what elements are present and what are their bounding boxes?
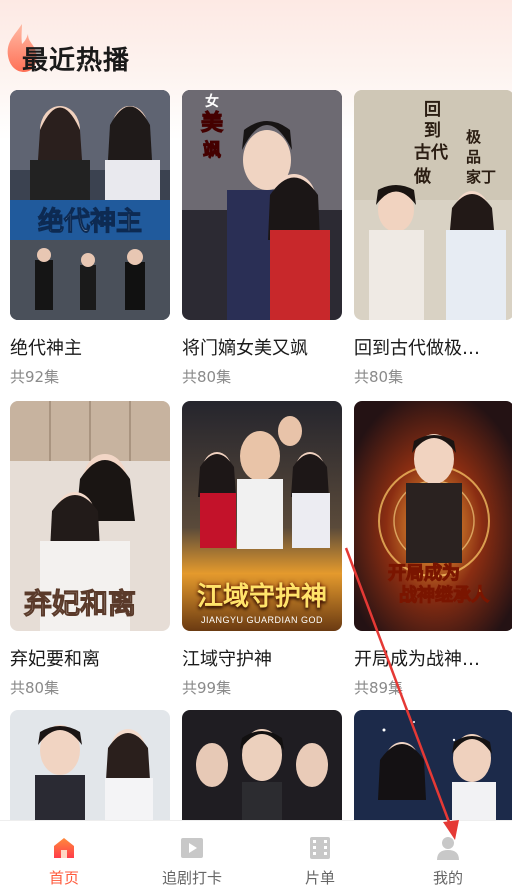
- drama-poster[interactable]: 开局成为 战神继承人: [354, 401, 512, 631]
- svg-text:飒: 飒: [203, 139, 221, 161]
- episode-count: 共80集: [182, 368, 232, 386]
- drama-poster[interactable]: 美 飒 女: [182, 90, 342, 320]
- drama-poster[interactable]: 绝代神主: [10, 90, 170, 320]
- tab-profile[interactable]: 我的: [384, 821, 512, 888]
- drama-poster[interactable]: 弃妃和离: [10, 401, 170, 631]
- bottom-tab-bar: 首页 追剧打卡 片单 我的: [0, 820, 512, 888]
- drama-card[interactable]: 开局成为 战神继承人 开局成为战神… 共89集: [354, 401, 512, 698]
- drama-card[interactable]: 江域守护神 JIANGYU GUARDIAN GOD 江域守护神 共99集: [182, 401, 342, 698]
- film-list-icon: [310, 837, 330, 859]
- tab-home[interactable]: 首页: [0, 821, 128, 888]
- drama-title[interactable]: 绝代神主: [10, 334, 170, 360]
- tab-checkin[interactable]: 追剧打卡: [128, 821, 256, 888]
- drama-card[interactable]: 绝代神主 绝代神主 共92集: [10, 90, 170, 387]
- drama-title[interactable]: 将门嫡女美又飒: [182, 334, 342, 360]
- svg-text:女: 女: [205, 93, 219, 110]
- episode-count: 共80集: [354, 368, 404, 386]
- drama-title[interactable]: 弃妃要和离: [10, 645, 170, 671]
- svg-text:美: 美: [201, 110, 224, 136]
- svg-text:开局成为: 开局成为: [388, 562, 460, 584]
- drama-card[interactable]: 弃妃和离 弃妃要和离 共80集: [10, 401, 170, 698]
- tab-label: 追剧打卡: [161, 869, 222, 887]
- tab-film-list[interactable]: 片单: [256, 821, 384, 888]
- home-icon: [54, 838, 74, 858]
- episode-count: 共92集: [10, 368, 60, 386]
- drama-poster[interactable]: 回 到 古代 做 极 品 家丁: [354, 90, 512, 320]
- drama-poster[interactable]: [182, 710, 342, 830]
- tab-label: 我的: [432, 869, 463, 887]
- svg-text:回: 回: [424, 100, 441, 120]
- section-title: 最近热播: [22, 46, 131, 76]
- episode-count: 共89集: [354, 679, 404, 697]
- drama-poster[interactable]: [354, 710, 512, 830]
- person-icon: [437, 837, 459, 860]
- drama-card[interactable]: [182, 710, 342, 830]
- poster-subtitle: JIANGYU GUARDIAN GOD: [200, 615, 323, 625]
- drama-title[interactable]: 江域守护神: [182, 645, 342, 671]
- tab-label: 首页: [48, 869, 79, 887]
- drama-card[interactable]: [354, 710, 512, 830]
- svg-text:古代: 古代: [414, 142, 448, 163]
- drama-title[interactable]: 回到古代做极…: [354, 334, 512, 360]
- drama-card[interactable]: 美 飒 女 将门嫡女美又飒 共80集: [182, 90, 342, 387]
- poster-title-art: 江域守护神: [196, 582, 327, 612]
- drama-poster[interactable]: [10, 710, 170, 830]
- tab-label: 片单: [304, 869, 335, 887]
- drama-card[interactable]: 回 到 古代 做 极 品 家丁 回到古代做极… 共80集: [354, 90, 512, 387]
- episode-count: 共80集: [10, 679, 60, 697]
- svg-text:弃妃和离: 弃妃和离: [24, 587, 136, 620]
- svg-text:做: 做: [413, 166, 432, 187]
- drama-poster[interactable]: 江域守护神 JIANGYU GUARDIAN GOD: [182, 401, 342, 631]
- header: 最近热播: [0, 0, 512, 88]
- drama-card[interactable]: [10, 710, 170, 830]
- svg-text:家丁: 家丁: [466, 168, 496, 186]
- svg-text:战神继承人: 战神继承人: [399, 584, 490, 606]
- play-icon: [181, 838, 203, 858]
- svg-text:到: 到: [424, 121, 441, 141]
- svg-text:绝代神主: 绝代神主: [38, 206, 142, 237]
- svg-text:品: 品: [466, 148, 481, 166]
- episode-count: 共99集: [182, 679, 232, 697]
- svg-text:极: 极: [466, 128, 482, 146]
- drama-title[interactable]: 开局成为战神…: [354, 645, 512, 671]
